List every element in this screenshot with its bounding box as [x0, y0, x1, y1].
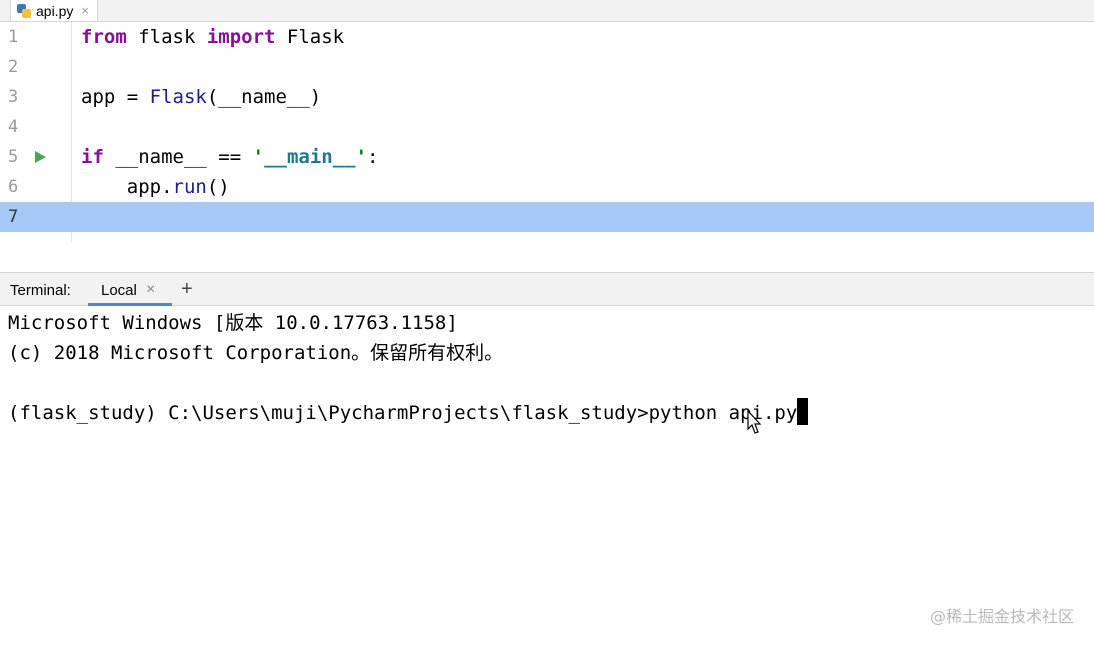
file-tab-label: api.py — [36, 2, 74, 19]
terminal-tool-window-header: Terminal: Local × + — [0, 272, 1094, 306]
watermark: @稀土掘金技术社区 — [929, 607, 1074, 626]
line-number: 7 — [8, 207, 19, 227]
terminal-line: (c) 2018 Microsoft Corporation。保留所有权利。 — [8, 342, 504, 364]
terminal-command: (flask_study) C:\Users\muji\PycharmProje… — [8, 402, 798, 424]
terminal-label: Terminal: — [10, 282, 71, 299]
run-icon[interactable] — [35, 151, 46, 163]
tab-local-label: Local — [101, 282, 137, 299]
close-icon[interactable]: × — [81, 3, 89, 18]
line-number: 1 — [8, 27, 19, 47]
code-text: app.run() — [81, 176, 230, 198]
code-text: app = Flask(__name__) — [81, 86, 322, 108]
mouse-pointer-icon — [747, 410, 762, 434]
line-number: 2 — [8, 57, 19, 77]
close-icon[interactable]: × — [146, 281, 155, 299]
code-line-1[interactable]: 1 from flask import Flask — [0, 22, 1094, 52]
tab-local[interactable]: Local × — [88, 273, 172, 306]
line-number: 6 — [8, 177, 19, 197]
code-text: if __name__ == '__main__': — [81, 146, 379, 168]
line-number: 4 — [8, 117, 19, 137]
python-file-icon — [17, 3, 31, 18]
new-terminal-button[interactable]: + — [181, 278, 193, 301]
code-text: from flask import Flask — [81, 26, 345, 48]
text-cursor — [797, 398, 809, 425]
terminal-output[interactable]: Microsoft Windows [版本 10.0.17763.1158] (… — [0, 306, 1094, 645]
line-number: 3 — [8, 87, 19, 107]
code-line-6[interactable]: 6 app.run() — [0, 172, 1094, 202]
code-line-7-current[interactable]: 7 — [0, 202, 1094, 232]
code-line-3[interactable]: 3 app = Flask(__name__) — [0, 82, 1094, 112]
code-line-4[interactable]: 4 — [0, 112, 1094, 142]
code-line-2[interactable]: 2 — [0, 52, 1094, 82]
editor-tab-bar: api.py × — [0, 0, 1094, 22]
terminal-line: Microsoft Windows [版本 10.0.17763.1158] — [8, 312, 458, 334]
code-editor[interactable]: 1 from flask import Flask 2 3 app = Flas… — [0, 22, 1094, 243]
line-number: 5 — [8, 147, 19, 167]
code-line-5[interactable]: 5 if __name__ == '__main__': — [0, 142, 1094, 172]
file-tab-api-py[interactable]: api.py × — [10, 0, 98, 21]
terminal-prompt-line[interactable]: (flask_study) C:\Users\muji\PycharmProje… — [8, 398, 809, 428]
